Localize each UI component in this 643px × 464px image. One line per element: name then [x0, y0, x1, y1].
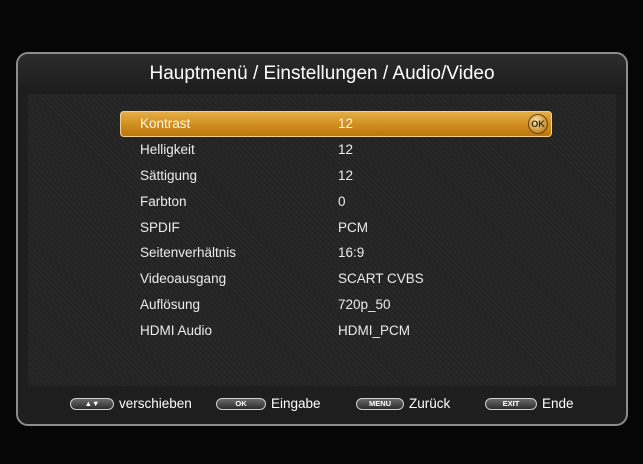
menu-item-value: 12	[338, 142, 354, 158]
menu-item-farbton[interactable]: Farbton 0	[120, 188, 552, 214]
menu-item-value: HDMI_PCM	[338, 322, 411, 338]
menu-item-label: Farbton	[140, 193, 187, 209]
arrow-keys-icon: ▲▼	[70, 397, 114, 410]
menu-item-value: PCM	[338, 219, 368, 235]
menu-item-label: SPDIF	[140, 219, 180, 235]
hint-enter[interactable]: OK Eingabe	[216, 396, 321, 411]
hint-label: Eingabe	[271, 396, 321, 411]
menu-item-saettigung[interactable]: Sättigung 12	[120, 163, 552, 189]
menu-item-seitenverhaeltnis[interactable]: Seitenverhältnis 16:9	[120, 240, 552, 266]
menu-item-label: HDMI Audio	[140, 322, 213, 338]
menu-item-hdmi-audio[interactable]: HDMI Audio HDMI_PCM	[120, 317, 552, 343]
menu-item-helligkeit[interactable]: Helligkeit 12	[120, 137, 552, 163]
menu-item-aufloesung[interactable]: Auflösung 720p_50	[120, 292, 552, 318]
ok-icon: OK	[528, 114, 548, 134]
page-title: Hauptmenü / Einstellungen / Audio/Video	[149, 63, 495, 84]
menu-item-label: Videoausgang	[140, 271, 227, 287]
menu-item-value: 12	[338, 167, 354, 183]
menu-item-kontrast[interactable]: Kontrast 12 OK	[120, 111, 552, 137]
menu-item-label: Sättigung	[140, 167, 198, 183]
menu-item-label: Auflösung	[140, 296, 201, 312]
hint-back[interactable]: MENU Zurück	[356, 396, 450, 411]
menu-item-value: SCART CVBS	[338, 271, 424, 287]
settings-panel: Hauptmenü / Einstellungen / Audio/Video …	[16, 52, 628, 426]
menu-item-value: 0	[338, 193, 346, 209]
menu-item-value: 720p_50	[338, 296, 391, 312]
menu-item-videoausgang[interactable]: Videoausgang SCART CVBS	[120, 266, 552, 292]
menu-item-label: Kontrast	[140, 116, 191, 132]
hint-move[interactable]: ▲▼ verschieben	[70, 396, 192, 411]
tv-screen: Hauptmenü / Einstellungen / Audio/Video …	[0, 0, 643, 464]
ok-key-icon: OK	[216, 397, 266, 410]
title-bar: Hauptmenü / Einstellungen / Audio/Video	[18, 54, 626, 94]
menu-content: Kontrast 12 OK Helligkeit 12 Sättigung 1…	[28, 94, 616, 386]
exit-key-icon: EXIT	[485, 397, 537, 410]
menu-item-label: Seitenverhältnis	[140, 245, 237, 261]
menu-item-label: Helligkeit	[140, 142, 195, 158]
menu-item-spdif[interactable]: SPDIF PCM	[120, 214, 552, 240]
menu-item-value: 12	[338, 116, 354, 132]
menu-key-icon: MENU	[356, 397, 404, 410]
hint-exit[interactable]: EXIT Ende	[485, 396, 574, 411]
hint-label: Zurück	[409, 396, 451, 411]
hint-label: verschieben	[119, 396, 192, 411]
menu-item-value: 16:9	[338, 245, 365, 261]
settings-menu: Kontrast 12 OK Helligkeit 12 Sättigung 1…	[120, 111, 552, 343]
button-hint-bar: ▲▼ verschieben OK Eingabe MENU Zurück EX…	[18, 386, 626, 424]
hint-label: Ende	[542, 396, 574, 411]
